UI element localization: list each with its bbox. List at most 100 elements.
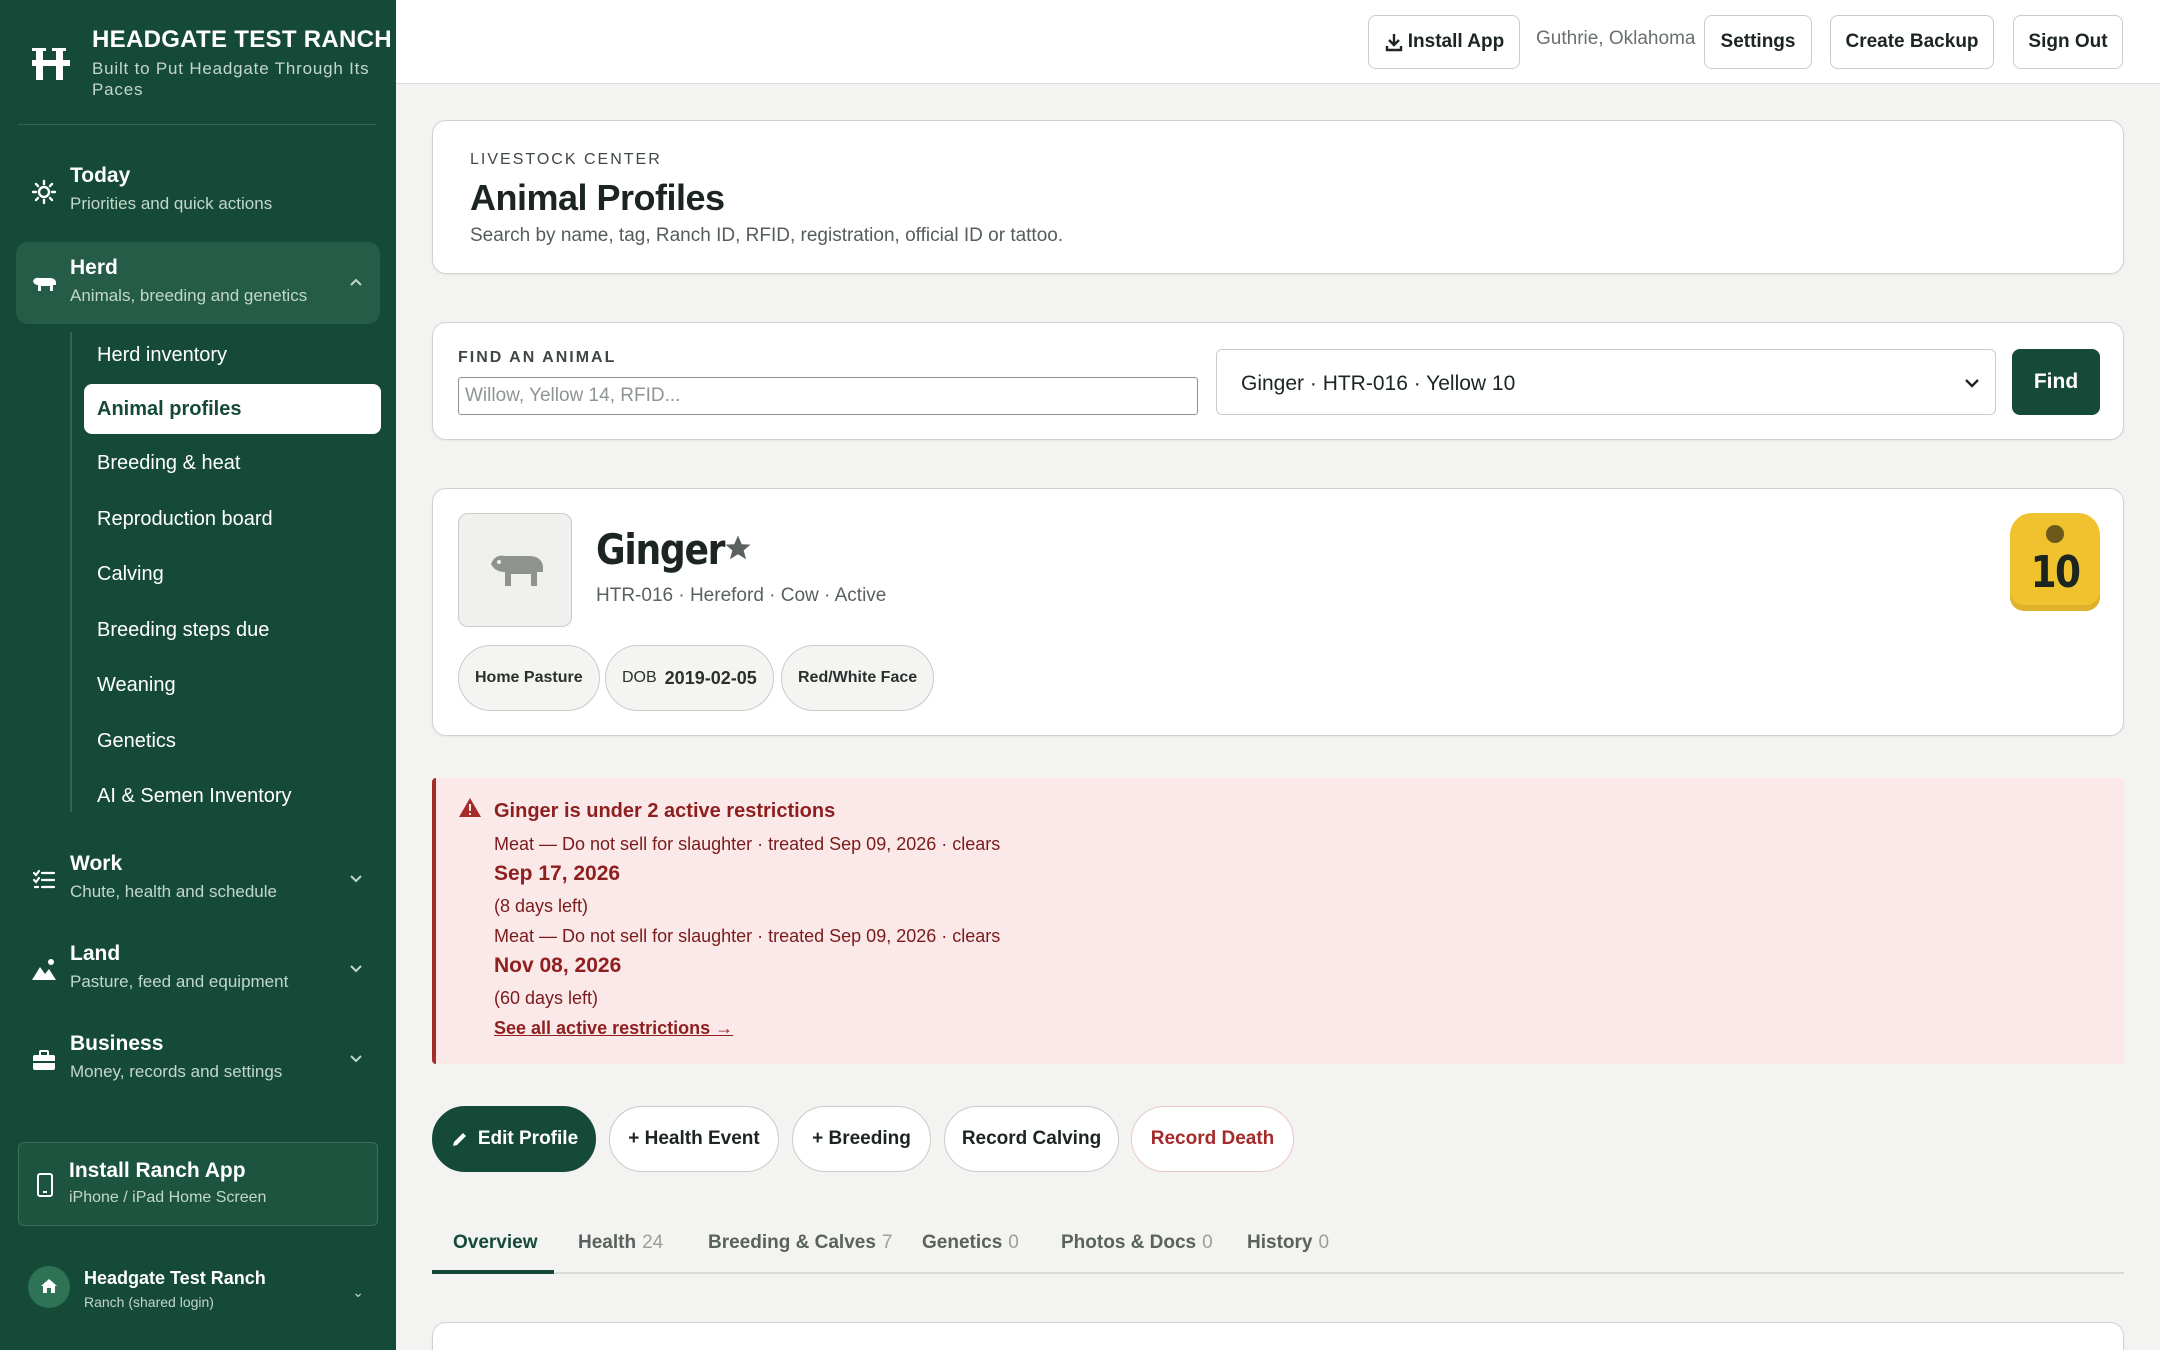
nav-group-work[interactable]: Work Chute, health and schedule	[16, 838, 380, 920]
marking-value: Red/White Face	[798, 669, 918, 686]
account-role: Ranch (shared login)	[84, 1294, 214, 1310]
restriction-days-left: (8 days left)	[494, 896, 589, 916]
marking-chip: Red/White Face	[781, 645, 935, 711]
sidebar-item-genetics[interactable]: Genetics	[84, 716, 381, 766]
briefcase-icon	[33, 1050, 55, 1070]
ear-tag-badge: 10	[2010, 513, 2100, 611]
install-app-label: Install App	[1407, 31, 1505, 52]
nav-group-subtitle: Priorities and quick actions	[70, 194, 273, 213]
sign-out-button[interactable]: Sign Out	[2013, 15, 2123, 69]
brand-title: HEADGATE TEST RANCH	[92, 26, 392, 53]
install-card-title: Install Ranch App	[69, 1159, 246, 1182]
settings-button[interactable]: Settings	[1704, 15, 1812, 69]
install-card-subtitle: iPhone / iPad Home Screen	[69, 1189, 267, 1206]
avatar	[28, 1266, 70, 1308]
find-animal-label: FIND AN ANIMAL	[458, 349, 617, 366]
profile-tabs: Overview Health 24 Breeding & Calves 7 Gen…	[432, 1206, 2124, 1274]
nav-group-subtitle: Chute, health and schedule	[70, 882, 277, 901]
animal-profile-card: Ginger HTR-016 · Hereford · Cow · Active…	[432, 488, 2124, 736]
brand-divider	[18, 124, 376, 125]
add-breeding-button[interactable]: + Breeding	[792, 1106, 931, 1172]
pencil-icon	[452, 1133, 466, 1146]
find-button[interactable]: Find	[2012, 349, 2100, 415]
chevron-down-icon[interactable]	[346, 1048, 366, 1068]
tab-count: 0	[1318, 1232, 1330, 1253]
tab-label: Health	[578, 1232, 637, 1253]
restriction-days-left: (60 days left)	[494, 988, 599, 1008]
page-eyebrow: LIVESTOCK CENTER	[470, 151, 662, 168]
create-backup-button[interactable]: Create Backup	[1830, 15, 1994, 69]
sidebar-item-ai-semen-inventory[interactable]: AI & Semen Inventory	[84, 771, 381, 821]
tab-label: History	[1247, 1232, 1313, 1253]
record-calving-button[interactable]: Record Calving	[944, 1106, 1119, 1172]
add-health-event-button[interactable]: + Health Event	[609, 1106, 779, 1172]
dob-chip: DOB 2019-02-05	[605, 645, 774, 711]
sidebar-item-breeding-heat[interactable]: Breeding & heat	[84, 438, 381, 488]
see-all-restrictions-link[interactable]: See all active restrictions →	[494, 1018, 733, 1039]
sidebar-item-animal-profiles[interactable]: Animal profiles	[84, 384, 381, 434]
page-title: Animal Profiles	[470, 177, 725, 218]
tab-overview[interactable]: Overview	[453, 1232, 538, 1254]
nav-group-subtitle: Pasture, feed and equipment	[70, 972, 289, 991]
nav-group-land[interactable]: Land Pasture, feed and equipment	[16, 928, 380, 1010]
pasture-chip: Home Pasture	[458, 645, 600, 711]
install-app-button[interactable]: Install App	[1368, 15, 1520, 69]
nav-group-herd[interactable]: Herd Animals, breeding and genetics	[16, 242, 380, 324]
tab-genetics[interactable]: Genetics 0	[922, 1232, 1019, 1254]
sidebar-item-calving[interactable]: Calving	[84, 549, 381, 599]
chevron-down-icon[interactable]	[346, 868, 366, 888]
nav-group-subtitle: Animals, breeding and genetics	[70, 286, 308, 305]
ear-tag-hole	[2046, 525, 2064, 543]
dob-value: 2019-02-05	[664, 667, 757, 688]
warning-icon	[459, 798, 481, 817]
cow-icon	[491, 555, 543, 586]
sidebar-item-breeding-steps-due[interactable]: Breeding steps due	[84, 605, 381, 655]
animal-search-input[interactable]	[458, 377, 1198, 415]
nav-group-business[interactable]: Business Money, records and settings	[16, 1018, 380, 1100]
animal-meta: HTR-016 · Hereford · Cow · Active	[596, 585, 887, 606]
star-icon[interactable]	[723, 533, 753, 563]
tab-history[interactable]: History 0	[1247, 1232, 1329, 1254]
account-name: Headgate Test Ranch	[84, 1268, 266, 1288]
tab-label: Photos & Docs	[1061, 1232, 1197, 1253]
sidebar-item-herd-inventory[interactable]: Herd inventory	[84, 330, 381, 380]
restriction-clear-date: Nov 08, 2026	[494, 954, 622, 977]
tab-count: 0	[1008, 1232, 1019, 1253]
chevron-down-icon[interactable]	[346, 958, 366, 978]
tab-count: 0	[1202, 1232, 1213, 1253]
download-icon	[1385, 34, 1402, 52]
headgate-logo-icon	[32, 48, 70, 80]
nav-group-title: Herd	[70, 256, 118, 279]
sidebar-item-reproduction-board[interactable]: Reproduction board	[84, 494, 381, 544]
checklist-icon	[32, 869, 56, 889]
animal-select-value: Ginger · HTR-016 · Yellow 10	[1241, 372, 1516, 395]
nav-group-today[interactable]: Today Priorities and quick actions	[16, 150, 380, 232]
tab-health[interactable]: Health 24	[578, 1232, 663, 1254]
page-description: Search by name, tag, Ranch ID, RFID, reg…	[470, 225, 1064, 246]
page-header-card: LIVESTOCK CENTER Animal Profiles Search …	[432, 120, 2124, 274]
alert-title: Ginger is under 2 active restrictions	[494, 800, 836, 822]
edit-profile-button[interactable]: Edit Profile	[432, 1106, 596, 1172]
install-ranch-app-card[interactable]: Install Ranch App iPhone / iPad Home Scr…	[18, 1142, 378, 1226]
chevron-down-icon[interactable]: ⌄	[352, 1284, 364, 1301]
account-switcher[interactable]: Headgate Test Ranch Ranch (shared login)…	[18, 1252, 378, 1322]
brand[interactable]: HEADGATE TEST RANCH Built to Put Headgat…	[0, 0, 396, 124]
tab-label: Genetics	[922, 1232, 1003, 1253]
chevron-down-icon	[1965, 379, 1979, 388]
animal-name: Ginger	[596, 525, 725, 574]
sidebar-item-weaning[interactable]: Weaning	[84, 660, 381, 710]
restriction-clear-date: Sep 17, 2026	[494, 862, 621, 885]
animal-photo[interactable]	[458, 513, 572, 627]
home-icon	[41, 1279, 57, 1293]
brand-subtitle: Built to Put Headgate Through Its Paces	[92, 59, 370, 99]
animal-select[interactable]: Ginger · HTR-016 · Yellow 10	[1216, 349, 1996, 415]
nav-group-title: Business	[70, 1032, 164, 1055]
tab-photos-docs[interactable]: Photos & Docs 0	[1061, 1232, 1213, 1254]
tab-count: 24	[642, 1232, 664, 1253]
mountain-icon	[32, 959, 56, 980]
nav-group-subtitle: Money, records and settings	[70, 1062, 283, 1081]
tab-breeding-calves[interactable]: Breeding & Calves 7	[708, 1232, 892, 1254]
tab-count: 7	[881, 1232, 893, 1253]
record-death-button[interactable]: Record Death	[1131, 1106, 1294, 1172]
chevron-up-icon[interactable]	[346, 272, 366, 292]
